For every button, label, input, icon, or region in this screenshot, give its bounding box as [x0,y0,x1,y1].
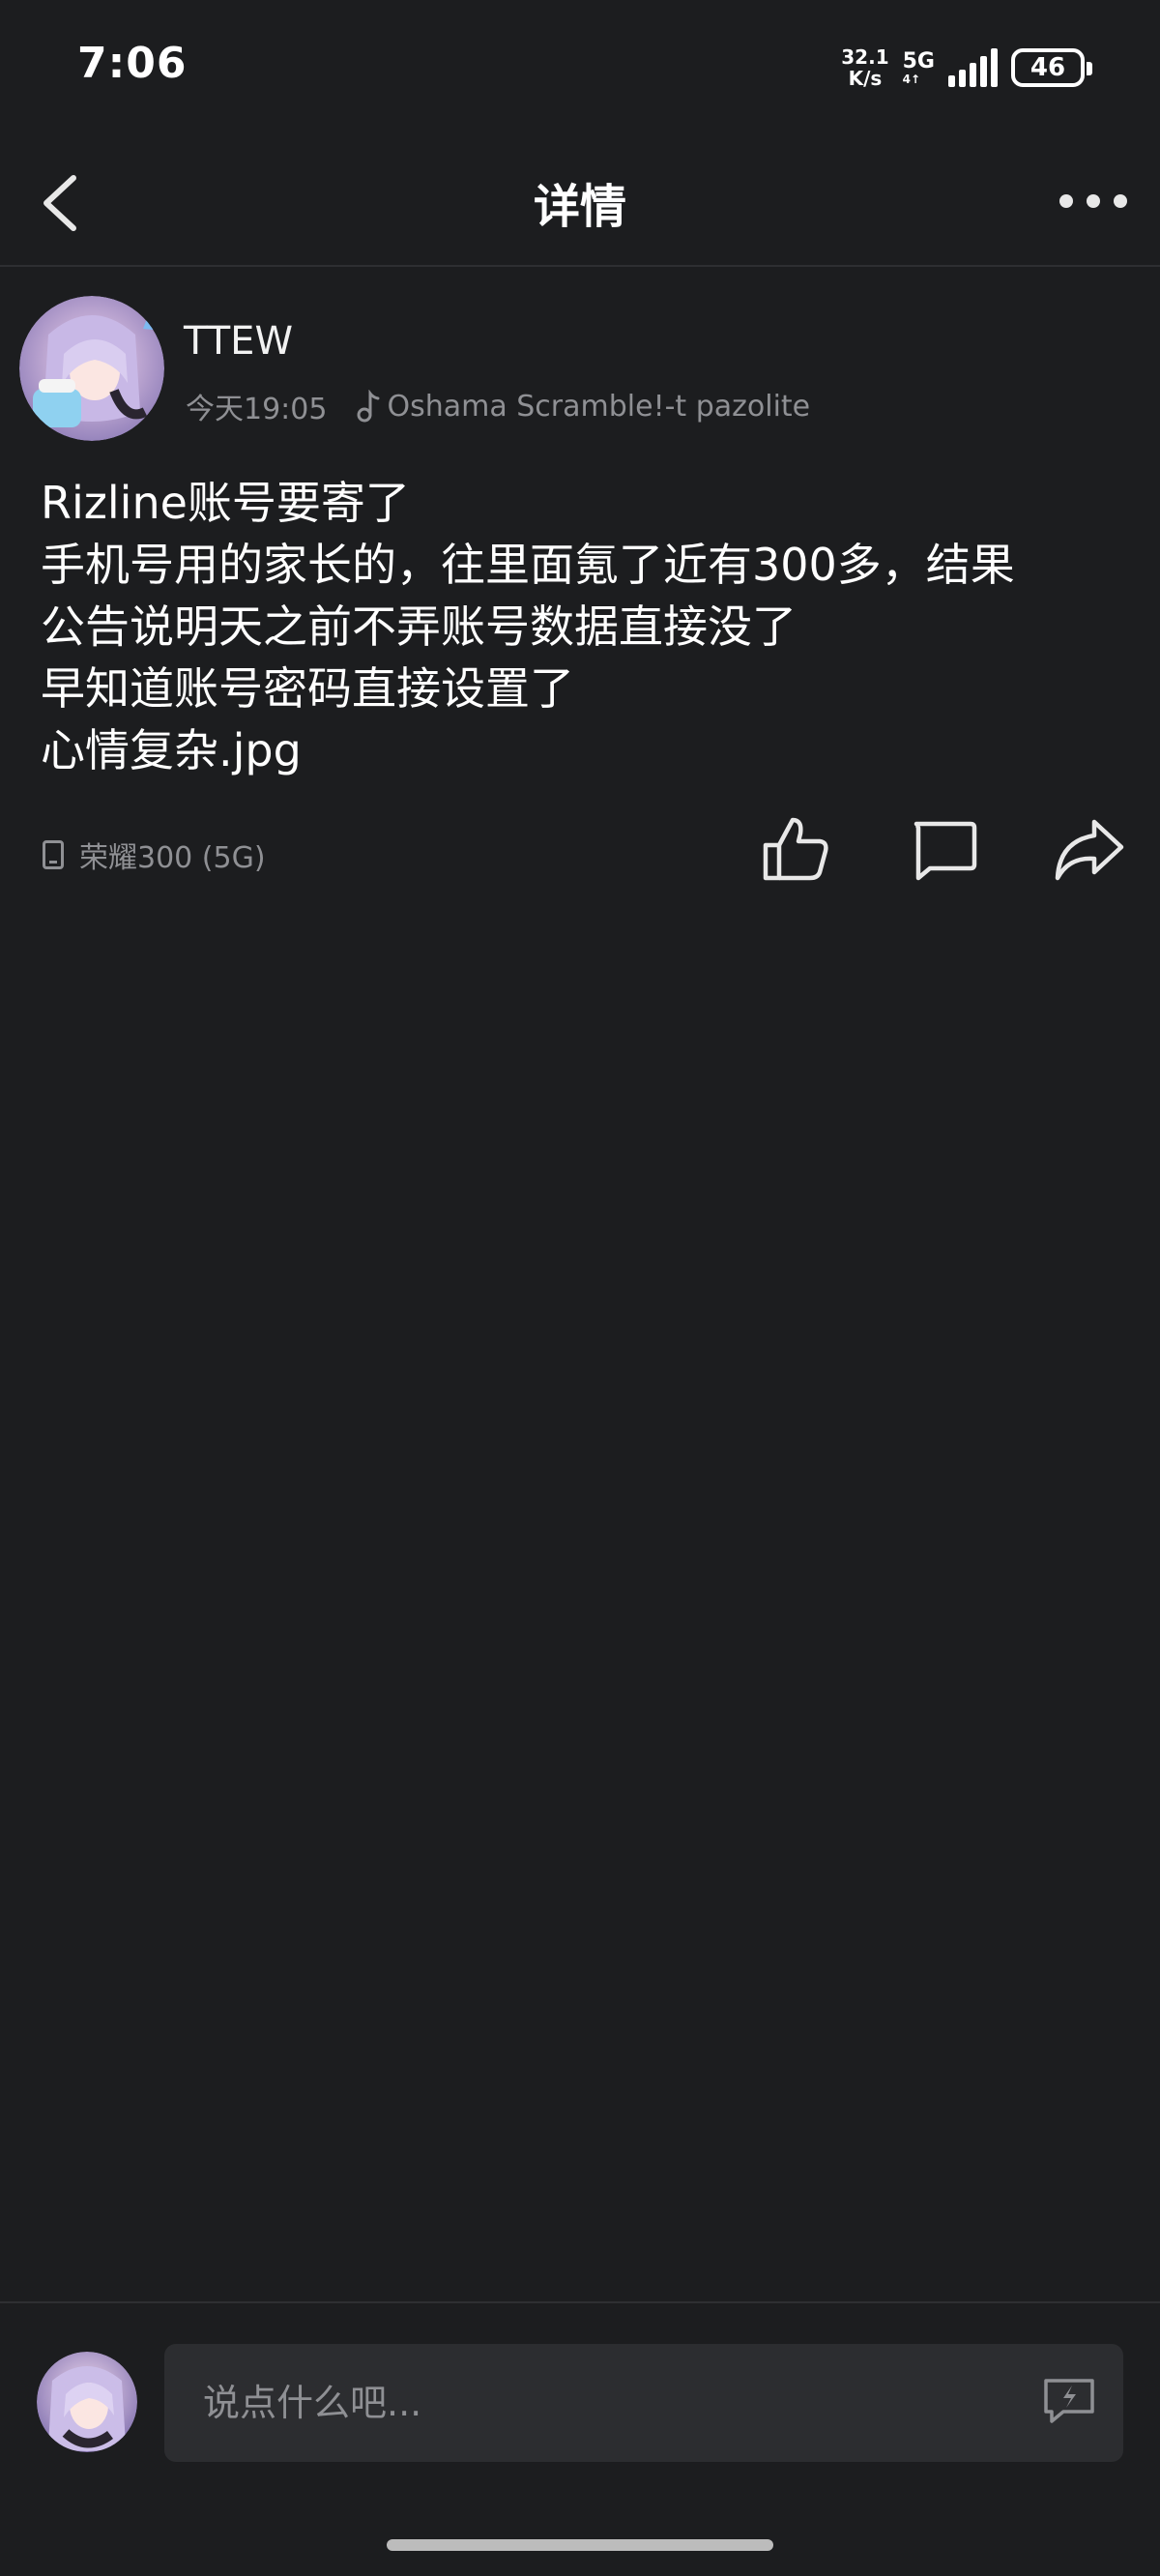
flash-comment-icon [1044,2379,1094,2423]
share-icon [1055,819,1124,881]
device-info: 荣耀300 (5G) [43,834,266,876]
network-type-sub: 4↑ [902,73,921,86]
comment-button[interactable] [907,812,980,886]
post-line: 公告说明天之前不弄账号数据直接没了 [41,600,797,653]
status-bar: 7:06 32.1 K/s 5G 4↑ 46 [0,0,1160,135]
my-avatar[interactable] [37,2352,137,2452]
post-content: Rizline账号要寄了 手机号用的家长的，往里面氪了近有300多，结果 公告说… [41,472,1123,781]
music-note-icon [357,390,380,423]
signal-icon [948,48,998,87]
network-speed-value: 32.1 [841,45,889,69]
network-type: 5G 4↑ [902,49,935,86]
battery-level: 46 [1030,53,1066,82]
post-detail-screen: 7:06 32.1 K/s 5G 4↑ 46 详情 TTEW 今天19:05 O… [0,0,1160,2576]
post-meta: 今天19:05 Oshama Scramble!-t pazolite [186,385,810,427]
post-actions [754,812,1160,890]
network-speed-unit: K/s [848,67,883,90]
more-options-button[interactable] [1059,182,1127,220]
network-speed: 32.1 K/s [841,46,888,89]
more-horizontal-icon [1059,194,1073,208]
page-title: 详情 [533,180,626,234]
post-line: 手机号用的家长的，往里面氪了近有300多，结果 [41,539,1015,591]
post-line: 心情复杂.jpg [41,724,302,776]
post-line: Rizline账号要寄了 [41,477,410,529]
avatar-image [19,296,164,441]
status-time: 7:06 [77,39,188,88]
comment-input[interactable] [164,2344,1123,2462]
status-indicators: 32.1 K/s 5G 4↑ 46 [841,46,1092,89]
phone-icon [43,840,64,869]
avatar-image [37,2352,137,2452]
post-line: 早知道账号密码直接设置了 [41,662,574,715]
top-nav-bar: 详情 [0,135,1160,267]
share-button[interactable] [1052,812,1125,886]
battery-icon: 46 [1011,48,1092,87]
quick-comment-button[interactable] [1042,2377,1096,2425]
home-indicator[interactable] [387,2539,773,2551]
post-music[interactable]: Oshama Scramble!-t pazolite [356,390,810,424]
music-title: Oshama Scramble!-t pazolite [387,389,811,424]
thumbs-up-icon [763,817,828,881]
comment-icon [914,821,977,881]
author-name[interactable]: TTEW [184,319,293,364]
comment-bar [0,2301,1160,2576]
network-type-label: 5G [902,49,935,73]
device-name: 荣耀300 (5G) [79,841,266,875]
like-button[interactable] [760,812,833,886]
author-avatar[interactable] [19,296,164,441]
post-time: 今天19:05 [186,393,328,426]
